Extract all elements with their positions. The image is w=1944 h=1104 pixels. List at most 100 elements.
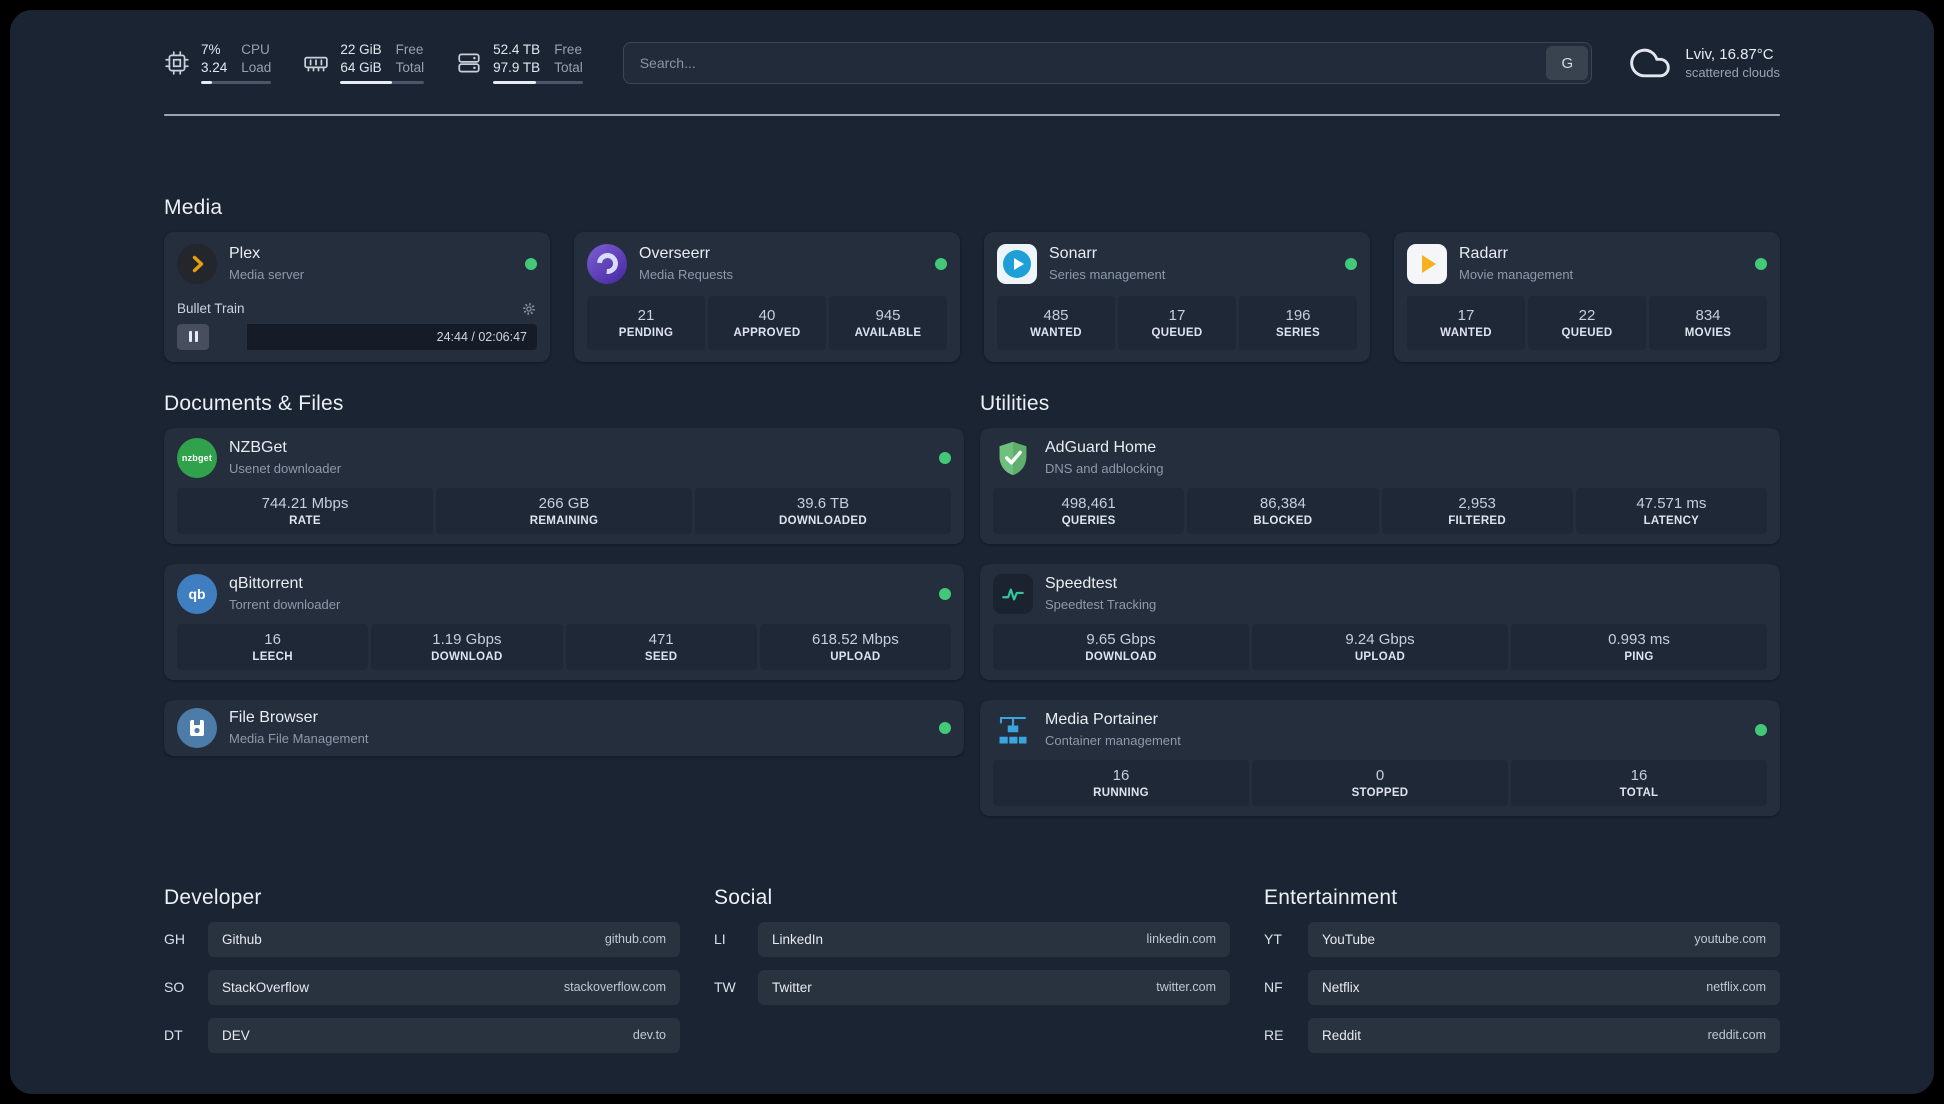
bookmark-link-twitter[interactable]: Twitter twitter.com xyxy=(758,969,1230,1005)
section-title-media: Media xyxy=(164,195,223,219)
dashboard: 7% 3.24 CPU Load 22 GiB 64 GiB Free Tota… xyxy=(10,10,1934,1094)
stat-box: 945 AVAILABLE xyxy=(829,295,947,350)
bookmarks-developer: Developer GH Github github.com SO StackO… xyxy=(164,886,680,1053)
weather-location: Lviv, 16.87°C xyxy=(1685,46,1774,63)
bookmark-abbr: TW xyxy=(714,979,736,995)
section-title-entertainment: Entertainment xyxy=(1264,885,1398,909)
stat-box: 266 GB REMAINING xyxy=(436,487,692,534)
stat-box: 22 QUEUED xyxy=(1528,295,1646,350)
bookmark-abbr: GH xyxy=(164,931,185,947)
nzbget-icon: nzbget xyxy=(177,437,217,478)
stat-box: 9.24 Gbps UPLOAD xyxy=(1252,623,1508,670)
pause-button[interactable] xyxy=(177,323,209,350)
cpu-load: 3.24 xyxy=(201,60,228,75)
stat-box: 47.571 ms LATENCY xyxy=(1575,487,1767,534)
bookmark-link-linkedin[interactable]: LinkedIn linkedin.com xyxy=(758,921,1230,957)
nzbget-card[interactable]: nzbget NZBGet Usenet downloader 744.21 M… xyxy=(164,427,964,544)
plex-card[interactable]: Plex Media server Bullet Train 24:44 / 0… xyxy=(164,231,550,362)
bookmark-link-dev[interactable]: DEV dev.to xyxy=(208,1017,680,1053)
memory-usage-bar xyxy=(340,81,425,85)
memory-label-bottom: Total xyxy=(395,60,425,75)
bookmark-link-stackoverflow[interactable]: StackOverflow stackoverflow.com xyxy=(208,969,680,1005)
bookmark-row: TW Twitter twitter.com xyxy=(714,969,1230,1005)
radarr-icon xyxy=(1407,243,1447,284)
service-subtitle: Media File Management xyxy=(229,730,369,746)
stat-box: 485 WANTED xyxy=(997,295,1115,350)
status-dot xyxy=(939,721,951,734)
sonarr-icon xyxy=(997,243,1037,284)
adguard-card[interactable]: AdGuard Home DNS and adblocking 498,461 Q… xyxy=(980,427,1780,544)
portainer-card[interactable]: Media Portainer Container management 16 R… xyxy=(980,699,1780,816)
bookmarks-social: Social LI LinkedIn linkedin.com TW Twitt… xyxy=(714,886,1230,1005)
media-progress-bar[interactable]: 24:44 / 02:06:47 xyxy=(177,323,537,350)
stat-box: 618.52 Mbps UPLOAD xyxy=(759,623,951,670)
filebrowser-icon xyxy=(177,707,217,748)
settings-gear-icon[interactable] xyxy=(521,301,537,317)
bookmark-abbr: SO xyxy=(164,979,185,995)
service-name: File Browser xyxy=(229,709,318,727)
service-name: Plex xyxy=(229,245,261,263)
qbittorrent-card[interactable]: qb qBittorrent Torrent downloader 16 LEEC… xyxy=(164,563,964,680)
bookmark-row: SO StackOverflow stackoverflow.com xyxy=(164,969,680,1005)
disk-label-top: Free xyxy=(554,41,582,57)
status-dot xyxy=(939,451,951,464)
disk-usage-bar xyxy=(493,81,583,85)
topbar-divider xyxy=(164,114,1780,116)
service-subtitle: Series management xyxy=(1049,266,1166,282)
stat-box: 0 STOPPED xyxy=(1252,759,1508,806)
stat-box: 21 PENDING xyxy=(587,295,705,350)
plex-icon xyxy=(177,243,217,284)
disk-total: 97.9 TB xyxy=(493,60,541,75)
status-dot xyxy=(1755,723,1767,736)
portainer-crane-icon xyxy=(993,710,1033,750)
stat-box: 834 MOVIES xyxy=(1649,295,1767,350)
overseerr-card[interactable]: Overseerr Media Requests 21 PENDING 40 APP… xyxy=(574,231,960,362)
status-dot xyxy=(1345,257,1357,270)
bookmark-row: DT DEV dev.to xyxy=(164,1017,680,1053)
adguard-shield-icon xyxy=(993,438,1033,478)
bookmark-row: YT YouTube youtube.com xyxy=(1264,921,1780,957)
radarr-card[interactable]: Radarr Movie management 17 WANTED 22 QUEUE… xyxy=(1394,231,1780,362)
filebrowser-card[interactable]: File Browser Media File Management xyxy=(164,699,964,756)
speedtest-card[interactable]: Speedtest Speedtest Tracking 9.65 Gbps DO… xyxy=(980,563,1780,680)
service-name: Sonarr xyxy=(1049,245,1098,263)
now-playing-title: Bullet Train xyxy=(177,301,245,316)
bookmark-link-youtube[interactable]: YouTube youtube.com xyxy=(1308,921,1780,957)
documents-column: Documents & Files nzbget NZBGet Usenet d… xyxy=(164,392,964,756)
media-grid: Plex Media server Bullet Train 24:44 / 0… xyxy=(164,231,1780,362)
stat-box: 9.65 Gbps DOWNLOAD xyxy=(993,623,1249,670)
memory-widget: 22 GiB 64 GiB Free Total xyxy=(303,41,425,85)
bookmark-abbr: LI xyxy=(714,931,726,947)
bookmark-link-netflix[interactable]: Netflix netflix.com xyxy=(1308,969,1780,1005)
search-provider-button[interactable]: G xyxy=(1546,46,1589,80)
service-subtitle: Speedtest Tracking xyxy=(1045,596,1157,612)
bookmark-link-reddit[interactable]: Reddit reddit.com xyxy=(1308,1017,1780,1053)
status-dot xyxy=(525,257,537,270)
service-subtitle: Container management xyxy=(1045,732,1181,748)
section-title-developer: Developer xyxy=(164,885,262,909)
cpu-usage-bar xyxy=(201,81,272,85)
stat-box: 2,953 FILTERED xyxy=(1381,487,1573,534)
weather-widget: Lviv, 16.87°C scattered clouds xyxy=(1628,41,1780,85)
service-name: Media Portainer xyxy=(1045,711,1158,729)
cpu-percent: 7% xyxy=(201,41,221,57)
search-input[interactable] xyxy=(622,42,1593,84)
stat-box: 16 RUNNING xyxy=(993,759,1249,806)
bookmarks-entertainment: Entertainment YT YouTube youtube.com NF … xyxy=(1264,886,1780,1053)
stat-box: 17 QUEUED xyxy=(1118,295,1236,350)
playback-time: 24:44 / 02:06:47 xyxy=(436,329,527,344)
top-bar: 7% 3.24 CPU Load 22 GiB 64 GiB Free Tota… xyxy=(164,36,1780,90)
stat-box: 39.6 TB DOWNLOADED xyxy=(695,487,951,534)
disk-free: 52.4 TB xyxy=(493,41,541,57)
sonarr-card[interactable]: Sonarr Series management 485 WANTED 17 QUE… xyxy=(984,231,1370,362)
bookmark-row: RE Reddit reddit.com xyxy=(1264,1017,1780,1053)
bookmark-link-github[interactable]: Github github.com xyxy=(208,921,680,957)
disk-label-bottom: Total xyxy=(554,60,583,75)
service-subtitle: DNS and adblocking xyxy=(1045,460,1164,476)
stat-box: 744.21 Mbps RATE xyxy=(177,487,433,534)
memory-label-top: Free xyxy=(395,41,424,57)
bookmark-row: GH Github github.com xyxy=(164,921,680,957)
disk-widget: 52.4 TB 97.9 TB Free Total xyxy=(456,41,583,85)
qbittorrent-icon: qb xyxy=(177,573,217,614)
memory-free: 22 GiB xyxy=(340,41,382,57)
